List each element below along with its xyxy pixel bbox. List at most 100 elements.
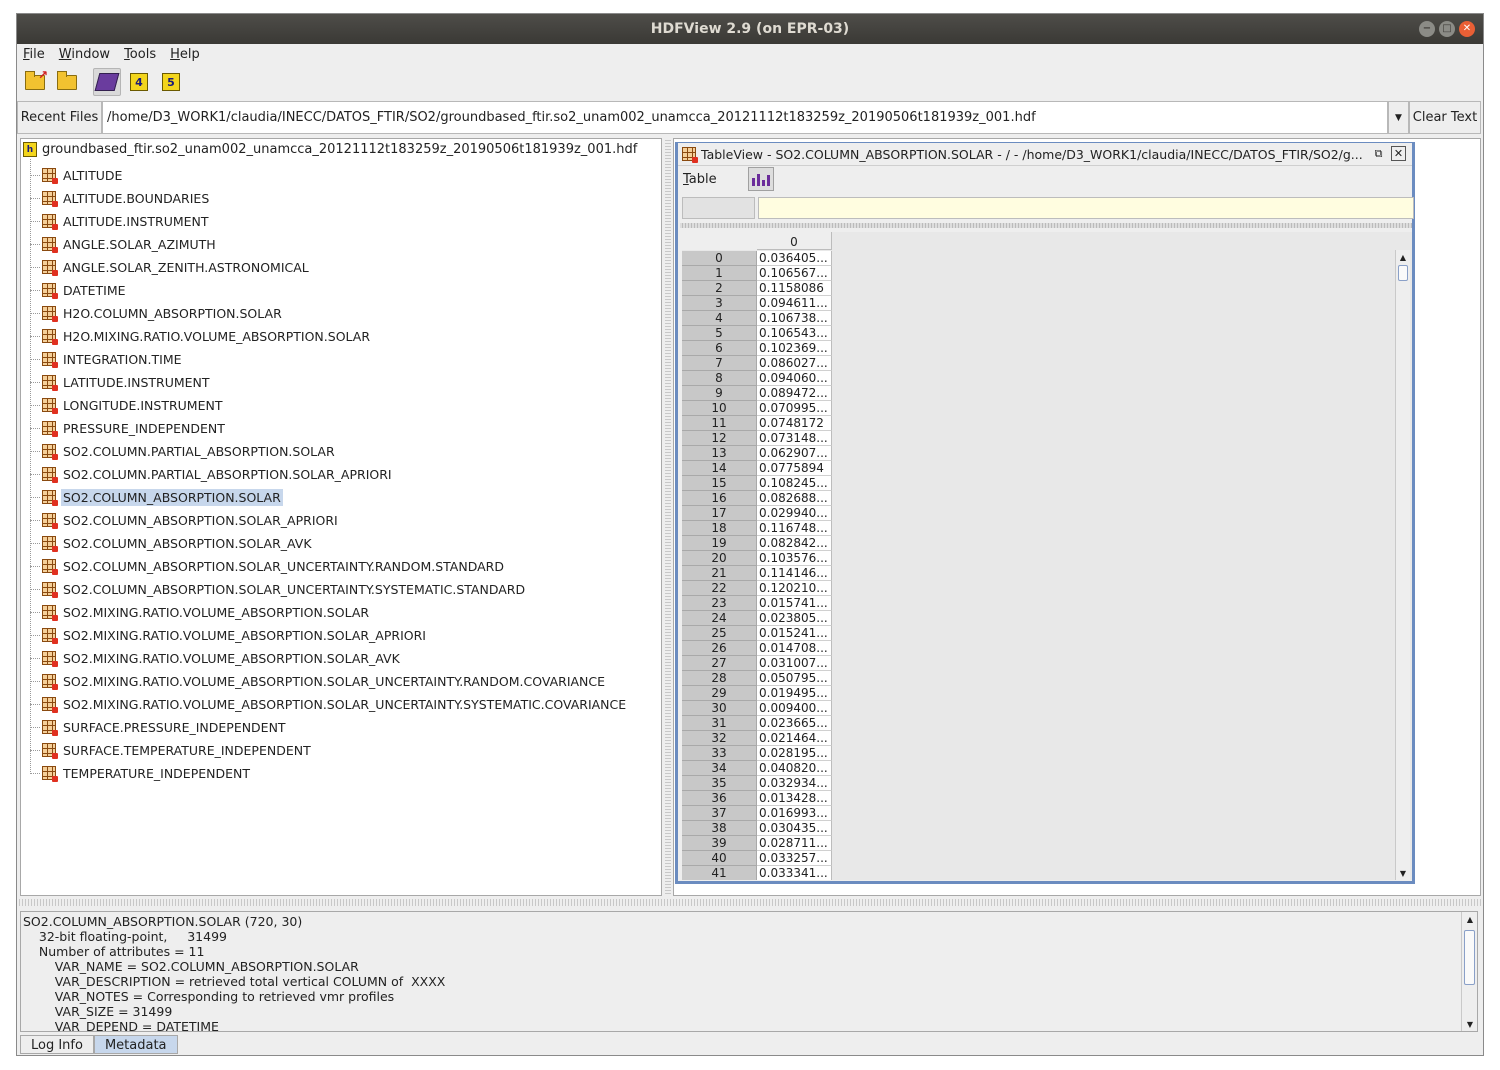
tree-item[interactable]: SURFACE.PRESSURE_INDEPENDENT	[30, 717, 288, 737]
table-cell[interactable]: 0.028711...	[757, 836, 832, 851]
row-header[interactable]: 32	[682, 731, 757, 746]
scroll-up-icon[interactable]: ▲	[1463, 912, 1477, 926]
tab-metadata[interactable]: Metadata	[93, 1035, 178, 1054]
row-header[interactable]: 16	[682, 491, 757, 506]
tree-item[interactable]: SO2.COLUMN_ABSORPTION.SOLAR_UNCERTAINTY.…	[30, 579, 527, 599]
tree-item[interactable]: ALTITUDE	[30, 165, 124, 185]
tree-item[interactable]: SO2.COLUMN_ABSORPTION.SOLAR_UNCERTAINTY.…	[30, 556, 506, 576]
tree-item[interactable]: SO2.COLUMN_ABSORPTION.SOLAR_AVK	[30, 533, 314, 553]
table-cell[interactable]: 0.023805...	[757, 611, 832, 626]
tree-item[interactable]: SO2.MIXING.RATIO.VOLUME_ABSORPTION.SOLAR	[30, 602, 371, 622]
cell-reference-field[interactable]	[682, 197, 755, 219]
tree-item[interactable]: SO2.MIXING.RATIO.VOLUME_ABSORPTION.SOLAR…	[30, 694, 628, 714]
row-header[interactable]: 36	[682, 791, 757, 806]
row-header[interactable]: 39	[682, 836, 757, 851]
table-cell[interactable]: 0.032934...	[757, 776, 832, 791]
vertical-splitter[interactable]	[665, 138, 671, 896]
row-header[interactable]: 24	[682, 611, 757, 626]
table-cell[interactable]: 0.0775894	[757, 461, 832, 476]
tree-item[interactable]: SO2.COLUMN_ABSORPTION.SOLAR	[30, 487, 283, 507]
row-header[interactable]: 7	[682, 356, 757, 371]
row-header[interactable]: 13	[682, 446, 757, 461]
tree-item[interactable]: ANGLE.SOLAR_AZIMUTH	[30, 234, 218, 254]
row-header[interactable]: 17	[682, 506, 757, 521]
menu-tools[interactable]: Tools	[124, 47, 156, 62]
row-header[interactable]: 30	[682, 701, 757, 716]
row-header[interactable]: 10	[682, 401, 757, 416]
row-header[interactable]: 25	[682, 626, 757, 641]
table-cell[interactable]: 0.031007...	[757, 656, 832, 671]
table-cell[interactable]: 0.089472...	[757, 386, 832, 401]
row-header[interactable]: 27	[682, 656, 757, 671]
column-header[interactable]: 0	[757, 232, 832, 250]
menu-help[interactable]: Help	[170, 47, 200, 62]
table-cell[interactable]: 0.114146...	[757, 566, 832, 581]
table-cell[interactable]: 0.030435...	[757, 821, 832, 836]
table-cell[interactable]: 0.070995...	[757, 401, 832, 416]
tree-item[interactable]: ALTITUDE.BOUNDARIES	[30, 188, 211, 208]
row-header[interactable]: 18	[682, 521, 757, 536]
hdf5-library-button[interactable]: 5	[157, 68, 185, 96]
recent-files-button[interactable]: Recent Files	[17, 101, 102, 134]
tree-item[interactable]: INTEGRATION.TIME	[30, 349, 184, 369]
tree-item[interactable]: SO2.MIXING.RATIO.VOLUME_ABSORPTION.SOLAR…	[30, 671, 607, 691]
table-cell[interactable]: 0.094060...	[757, 371, 832, 386]
row-header[interactable]: 34	[682, 761, 757, 776]
open-folder-button[interactable]	[53, 68, 81, 96]
tab-log-info[interactable]: Log Info	[20, 1035, 94, 1054]
tree-item[interactable]: H2O.MIXING.RATIO.VOLUME_ABSORPTION.SOLAR	[30, 326, 372, 346]
row-header[interactable]: 1	[682, 266, 757, 281]
tree-item[interactable]: SO2.COLUMN.PARTIAL_ABSORPTION.SOLAR_APRI…	[30, 464, 394, 484]
table-cell[interactable]: 0.120210...	[757, 581, 832, 596]
close-button[interactable]: ✕	[1459, 21, 1475, 37]
row-header[interactable]: 40	[682, 851, 757, 866]
row-header[interactable]: 22	[682, 581, 757, 596]
table-cell[interactable]: 0.019495...	[757, 686, 832, 701]
tree-root-file[interactable]: h groundbased_ftir.so2_unam002_unamcca_2…	[23, 142, 637, 157]
row-header[interactable]: 41	[682, 866, 757, 880]
row-header[interactable]: 23	[682, 596, 757, 611]
file-path-combo[interactable]: /home/D3_WORK1/claudia/INECC/DATOS_FTIR/…	[102, 101, 1388, 134]
window-titlebar[interactable]: HDFView 2.9 (on EPR-03) − □ ✕	[17, 14, 1483, 44]
table-cell[interactable]: 0.009400...	[757, 701, 832, 716]
table-cell[interactable]: 0.0748172	[757, 416, 832, 431]
hdf4-library-button[interactable]: 4	[125, 68, 153, 96]
table-cell[interactable]: 0.106738...	[757, 311, 832, 326]
close-icon[interactable]: ✕	[1391, 146, 1406, 161]
row-header[interactable]: 35	[682, 776, 757, 791]
row-header[interactable]: 31	[682, 716, 757, 731]
tree-item[interactable]: ALTITUDE.INSTRUMENT	[30, 211, 211, 231]
row-header[interactable]: 33	[682, 746, 757, 761]
table-divider[interactable]	[680, 223, 1412, 228]
row-header[interactable]: 2	[682, 281, 757, 296]
table-cell[interactable]: 0.086027...	[757, 356, 832, 371]
row-header[interactable]: 20	[682, 551, 757, 566]
tree-item[interactable]: H2O.COLUMN_ABSORPTION.SOLAR	[30, 303, 284, 323]
maximize-button[interactable]: □	[1439, 21, 1455, 37]
tree-item[interactable]: DATETIME	[30, 280, 128, 300]
table-cell[interactable]: 0.040820...	[757, 761, 832, 776]
table-cell[interactable]: 0.106543...	[757, 326, 832, 341]
row-header[interactable]: 29	[682, 686, 757, 701]
tree-item[interactable]: SURFACE.TEMPERATURE_INDEPENDENT	[30, 740, 313, 760]
scroll-up-icon[interactable]: ▲	[1396, 250, 1410, 264]
tree-item[interactable]: SO2.COLUMN.PARTIAL_ABSORPTION.SOLAR	[30, 441, 337, 461]
open-file-button[interactable]: ↗	[21, 68, 49, 96]
table-cell[interactable]: 0.082688...	[757, 491, 832, 506]
row-header[interactable]: 11	[682, 416, 757, 431]
scroll-down-icon[interactable]: ▼	[1396, 866, 1410, 880]
row-header[interactable]: 3	[682, 296, 757, 311]
row-header[interactable]: 4	[682, 311, 757, 326]
tree-item[interactable]: TEMPERATURE_INDEPENDENT	[30, 763, 252, 783]
table-scrollbar[interactable]: ▲ ▼	[1395, 250, 1410, 880]
table-cell[interactable]: 0.023665...	[757, 716, 832, 731]
tree-item[interactable]: SO2.COLUMN_ABSORPTION.SOLAR_APRIORI	[30, 510, 340, 530]
table-cell[interactable]: 0.1158086	[757, 281, 832, 296]
table-cell[interactable]: 0.016993...	[757, 806, 832, 821]
table-cell[interactable]: 0.013428...	[757, 791, 832, 806]
table-cell[interactable]: 0.015741...	[757, 596, 832, 611]
tree-item[interactable]: ANGLE.SOLAR_ZENITH.ASTRONOMICAL	[30, 257, 311, 277]
scroll-thumb[interactable]	[1398, 265, 1408, 281]
menu-table[interactable]: Table	[683, 172, 717, 187]
tree-item[interactable]: LATITUDE.INSTRUMENT	[30, 372, 212, 392]
